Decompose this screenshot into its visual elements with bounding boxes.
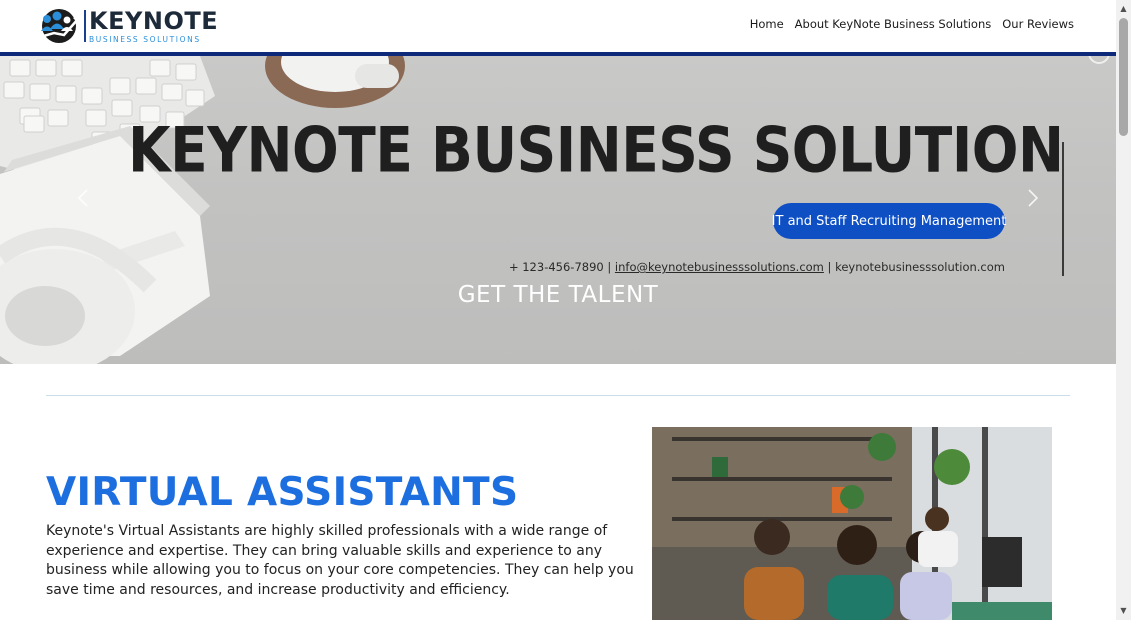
section-divider	[46, 395, 1070, 396]
scrollbar-thumb[interactable]	[1119, 18, 1128, 136]
coffee-cup-graphic	[265, 56, 405, 108]
hero-phone: + 123-456-7890	[508, 260, 604, 274]
hero-caption: GET THE TALENT	[457, 282, 659, 308]
call-center-photo	[652, 427, 1052, 620]
logo-divider	[84, 10, 86, 42]
hero-separator-2: |	[827, 260, 832, 274]
logo-people-icon	[39, 9, 79, 43]
hero-vertical-rule	[1062, 142, 1064, 276]
page-scrollbar[interactable]: ▲ ▼	[1116, 0, 1131, 620]
logo[interactable]: KEYNOTE BUSINESS SOLUTIONS	[36, 7, 218, 45]
hero-email[interactable]: info@keynotebusinesssolutions.com	[615, 260, 824, 274]
hero-contact-line: + 123-456-7890 | info@keynotebusinesssol…	[509, 260, 1005, 274]
nav-reviews[interactable]: Our Reviews	[1002, 17, 1074, 31]
call-center-photo-illustration	[652, 427, 1052, 620]
site-header: KEYNOTE BUSINESS SOLUTIONS Home About Ke…	[0, 0, 1116, 52]
hero-separator-1: |	[607, 260, 612, 274]
hero-carousel: KEYNOTE BUSINESS SOLUTION IT and Staff R…	[0, 56, 1116, 364]
carousel-next-button[interactable]	[1021, 184, 1045, 212]
nav-about[interactable]: About KeyNote Business Solutions	[795, 17, 992, 31]
hero-title: KEYNOTE BUSINESS SOLUTION	[128, 114, 1064, 187]
virtual-assistants-heading: VIRTUAL ASSISTANTS	[46, 470, 519, 515]
scroll-up-arrow-icon[interactable]: ▲	[1116, 2, 1131, 16]
chevron-right-icon	[1028, 189, 1039, 207]
nav-home[interactable]: Home	[750, 17, 784, 31]
hero-service-pill: IT and Staff Recruiting Management	[772, 203, 1006, 239]
logo-text: KEYNOTE BUSINESS SOLUTIONS	[89, 9, 218, 44]
carousel-prev-button[interactable]	[71, 184, 95, 212]
chevron-left-icon	[77, 189, 88, 207]
hero-website: keynotebusinesssolution.com	[835, 260, 1005, 274]
logo-tagline: BUSINESS SOLUTIONS	[89, 34, 201, 44]
page: KEYNOTE BUSINESS SOLUTIONS Home About Ke…	[0, 0, 1131, 620]
main-nav: Home About KeyNote Business Solutions Ou…	[750, 17, 1074, 31]
logo-word: KEYNOTE	[89, 6, 219, 35]
scroll-down-arrow-icon[interactable]: ▼	[1116, 604, 1131, 618]
virtual-assistants-description: Keynote's Virtual Assistants are highly …	[46, 523, 634, 598]
